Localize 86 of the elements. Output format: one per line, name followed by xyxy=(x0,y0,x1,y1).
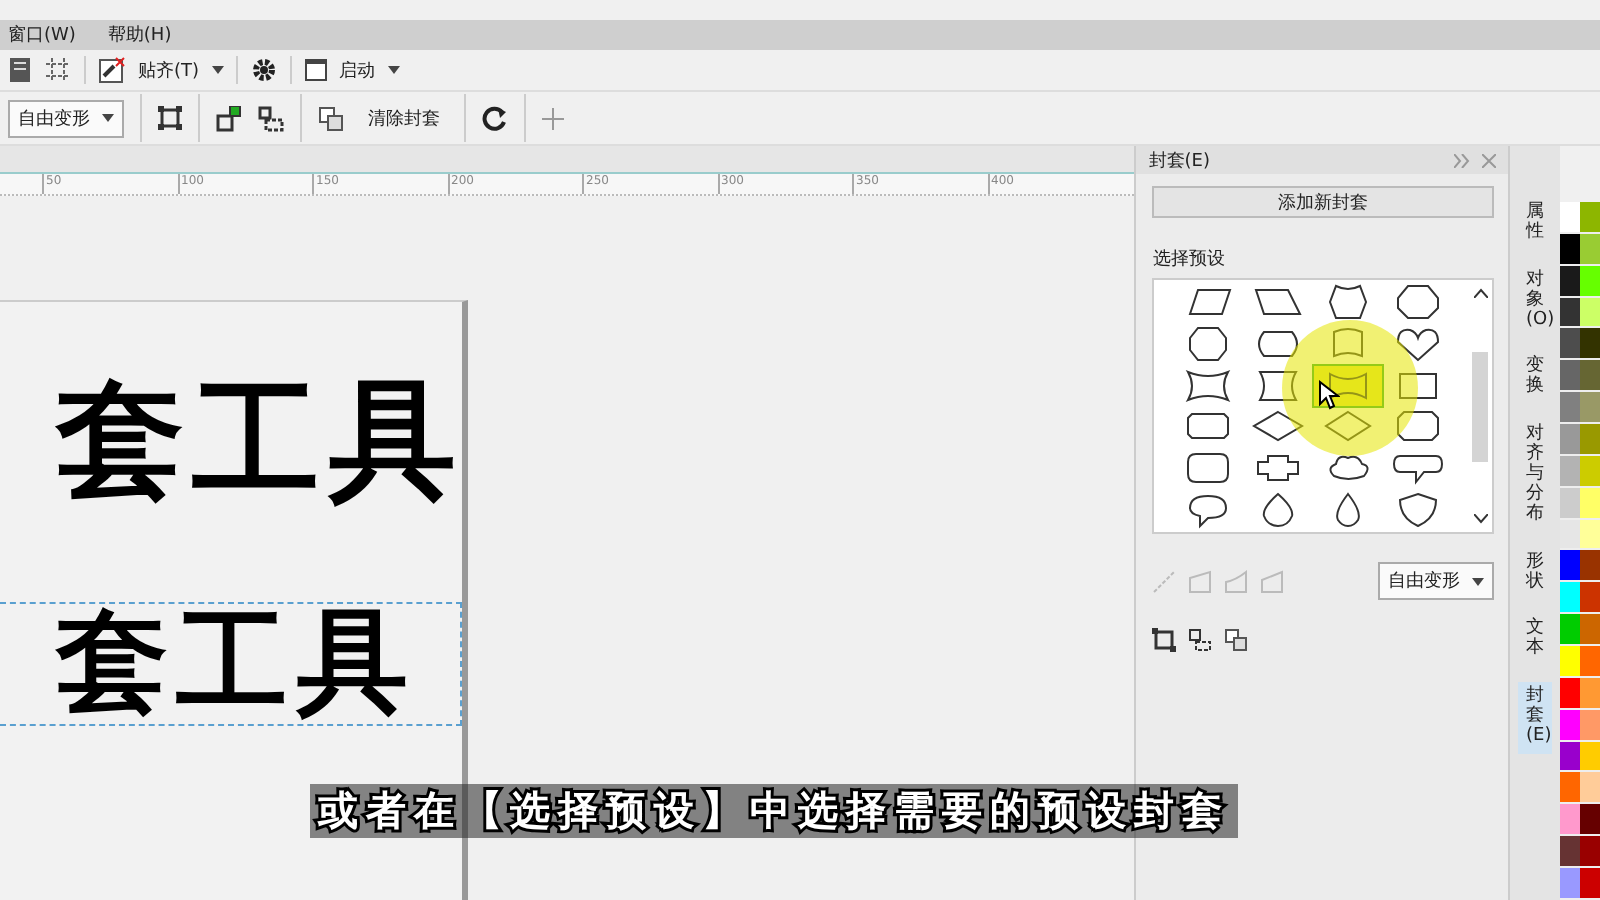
window-icon[interactable] xyxy=(303,58,328,82)
docker-tab[interactable]: 形状 xyxy=(1518,547,1553,599)
color-swatch[interactable] xyxy=(1580,360,1600,393)
docker-tab[interactable]: 封套(E) xyxy=(1518,682,1553,754)
preset-shape-icon[interactable] xyxy=(1314,365,1383,406)
color-swatch[interactable] xyxy=(1560,360,1580,393)
color-swatch[interactable] xyxy=(1560,804,1580,837)
clear-envelope-button[interactable]: 清除封套 xyxy=(360,101,448,135)
preset-label: 选择预设 xyxy=(1152,247,1227,272)
color-swatch[interactable] xyxy=(1580,741,1600,773)
color-swatch[interactable] xyxy=(1560,265,1580,298)
color-swatch[interactable] xyxy=(1560,519,1580,551)
color-swatch[interactable] xyxy=(1580,677,1600,710)
color-swatch[interactable] xyxy=(1580,392,1600,425)
color-swatch[interactable] xyxy=(1560,836,1580,869)
canvas-text: 套工具 xyxy=(53,366,462,520)
color-swatch[interactable] xyxy=(1580,646,1600,678)
video-subtitle: 或者在【选择预设】中选择需要的预设封套 xyxy=(310,784,1238,838)
color-swatch[interactable] xyxy=(1560,392,1580,425)
scroll-down-icon[interactable] xyxy=(1473,514,1488,524)
color-swatch[interactable] xyxy=(1560,487,1580,520)
menu-item[interactable]: 窗口(W) xyxy=(8,22,76,48)
color-swatch[interactable] xyxy=(1580,202,1600,234)
color-swatch[interactable] xyxy=(1580,297,1600,329)
color-swatch[interactable] xyxy=(1560,202,1580,234)
cursor-highlight xyxy=(1282,320,1419,456)
color-swatch[interactable] xyxy=(1560,709,1580,742)
color-swatch[interactable] xyxy=(1560,646,1580,678)
grid-icon[interactable] xyxy=(44,56,72,84)
color-swatch[interactable] xyxy=(1580,709,1600,742)
scroll-up-icon[interactable] xyxy=(1473,288,1488,298)
color-swatch[interactable] xyxy=(1560,868,1580,900)
docker-tab[interactable]: 文本 xyxy=(1518,614,1553,667)
color-swatch[interactable] xyxy=(1560,455,1580,488)
selected-canvas-text: 套工具 xyxy=(0,602,462,726)
docker-tab[interactable]: 对象(O) xyxy=(1518,265,1553,337)
caret-icon xyxy=(387,66,400,74)
color-swatch[interactable] xyxy=(1560,614,1580,647)
copy-envelope-icon[interactable] xyxy=(318,105,344,131)
color-swatch[interactable] xyxy=(1560,772,1580,805)
caret-icon xyxy=(1472,577,1485,585)
docker-title: 封套(E) xyxy=(1148,149,1212,173)
color-swatch[interactable] xyxy=(1580,233,1600,266)
mode-dropdown[interactable]: 自由变形 xyxy=(8,99,124,137)
document-icon[interactable] xyxy=(8,56,32,84)
color-swatch[interactable] xyxy=(1560,297,1580,329)
rotate-icon[interactable] xyxy=(482,105,508,131)
copy-envelope-icon[interactable] xyxy=(1224,628,1249,652)
snap-icon[interactable] xyxy=(98,56,126,84)
color-swatch[interactable] xyxy=(1560,582,1580,615)
color-swatch[interactable] xyxy=(1580,836,1600,869)
color-swatch[interactable] xyxy=(1580,804,1600,837)
launch-dropdown[interactable]: 启动 xyxy=(339,57,400,83)
envelope-node-icon[interactable] xyxy=(1152,628,1177,652)
docker-tab[interactable]: 变换 xyxy=(1518,352,1553,405)
color-swatch[interactable] xyxy=(1560,550,1580,583)
color-swatch[interactable] xyxy=(1560,233,1580,266)
snap-dropdown[interactable]: 贴齐(T) xyxy=(138,57,224,83)
color-swatch[interactable] xyxy=(1580,487,1600,520)
docker-tab[interactable]: 属性 xyxy=(1518,198,1553,250)
node-group-icon[interactable] xyxy=(258,105,284,131)
caret-icon xyxy=(102,114,114,122)
color-swatch[interactable] xyxy=(1580,550,1600,583)
docker-tab[interactable]: 对齐与分布 xyxy=(1518,420,1553,532)
color-swatch[interactable] xyxy=(1580,868,1600,900)
color-swatch[interactable] xyxy=(1580,519,1600,551)
color-swatch[interactable] xyxy=(1580,455,1600,488)
color-swatch[interactable] xyxy=(1560,328,1580,361)
caret-icon xyxy=(211,66,224,74)
node-group-icon[interactable] xyxy=(1188,628,1213,652)
color-swatch[interactable] xyxy=(1560,741,1580,773)
add-envelope-button[interactable]: 添加新封套 xyxy=(1152,186,1495,218)
color-swatch[interactable] xyxy=(1580,424,1600,456)
color-swatch[interactable] xyxy=(1580,772,1600,805)
pointer-cursor-icon xyxy=(1318,380,1341,410)
envelope-node-icon[interactable] xyxy=(158,106,182,130)
color-swatch[interactable] xyxy=(1560,424,1580,456)
color-swatch[interactable] xyxy=(1580,614,1600,647)
color-swatch[interactable] xyxy=(1580,328,1600,361)
settings-icon[interactable] xyxy=(249,56,278,84)
menu-item[interactable]: 帮助(H) xyxy=(107,22,172,48)
color-swatch[interactable] xyxy=(1560,677,1580,710)
color-swatch[interactable] xyxy=(1580,265,1600,298)
add-node-icon[interactable] xyxy=(216,105,242,131)
color-swatch[interactable] xyxy=(1580,582,1600,615)
docker-mode-dropdown[interactable]: 自由变形 xyxy=(1378,562,1495,600)
